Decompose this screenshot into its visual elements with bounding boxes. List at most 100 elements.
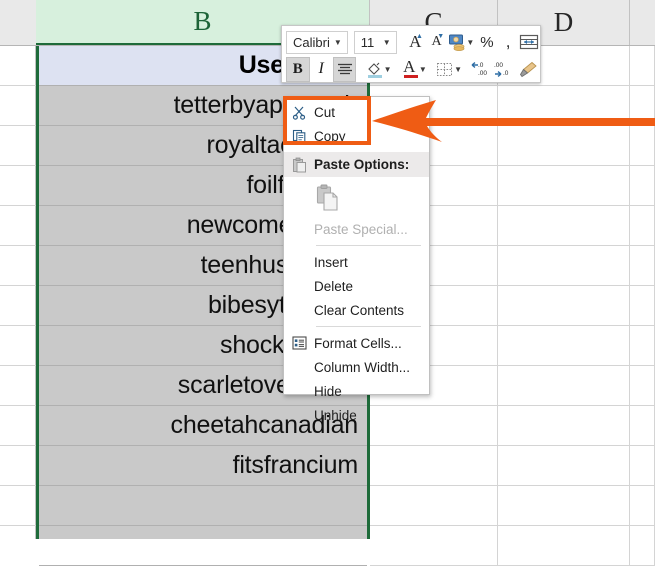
chevron-down-icon: ▼ [382,37,391,47]
menu-separator-1 [316,245,421,246]
fill-color-button[interactable] [362,57,385,82]
menu-item-clear-contents-label: Clear Contents [314,302,405,318]
font-size-value: 11 [360,34,375,50]
arrow-shape [372,100,655,142]
menu-item-format-cells-label: Format Cells... [314,335,402,351]
menu-item-hide[interactable]: Hide [284,379,429,403]
italic-button[interactable]: I [310,57,333,82]
format-cells-icon [284,331,314,355]
menu-item-paste-options-label: Paste Options: [314,157,410,172]
menu-item-insert-label: Insert [314,254,348,270]
accounting-number-format-button[interactable] [447,30,468,55]
font-color-swatch [403,74,418,78]
grid-cell[interactable] [630,246,655,286]
italic-icon: I [318,60,324,77]
paintbrush-icon [520,61,538,77]
font-size-combo[interactable]: 11 ▼ [353,30,397,54]
menu-item-unhide[interactable]: Unhide [284,403,429,427]
menu-item-column-width[interactable]: Column Width... [284,355,429,379]
merge-and-center-button[interactable] [519,30,540,55]
format-painter-button[interactable] [517,57,540,82]
svg-text:.00: .00 [494,62,503,69]
grid-cell[interactable] [498,446,630,486]
grid-cell[interactable] [498,526,630,566]
annotation-arrow [370,100,655,142]
column-header-e[interactable] [630,0,655,45]
grid-cell[interactable] [630,486,655,526]
money-icon [449,34,465,51]
cell-b-empty[interactable] [39,526,367,566]
menu-separator-2 [316,326,421,327]
increase-decimal-icon: .00 .0 [494,62,509,77]
blank-icon-slot [284,355,314,379]
grid-cell[interactable] [630,366,655,406]
comma-style-button[interactable]: , [498,30,519,55]
mini-formatting-toolbar[interactable]: Calibri ▼ 11 ▼ A ▲ A ▼ ▼ % , B I ▼ A ▼ ▼… [281,25,541,83]
font-name-combo[interactable]: Calibri ▼ [286,30,348,54]
mini-toolbar-row-2: B I ▼ A ▼ ▼ .0 .00 .00 .0 [282,55,540,83]
blank-icon-slot [284,250,314,274]
grid-cell[interactable] [630,526,655,566]
menu-item-copy-label: Copy [314,128,346,144]
menu-item-paste-options: Paste Options: [284,152,429,177]
grid-cell[interactable] [630,46,655,86]
font-name-value: Calibri [293,34,330,50]
grid-cell[interactable] [498,326,630,366]
grid-cell[interactable] [498,486,630,526]
svg-text:.00: .00 [478,70,487,77]
grid-cell[interactable] [370,526,498,566]
decrease-decimal-button[interactable]: .0 .00 [468,57,491,82]
increase-decimal-button[interactable]: .00 .0 [491,57,514,82]
menu-item-paste-special-label: Paste Special... [314,221,408,237]
increase-font-size-button[interactable]: A ▲ [405,30,426,55]
percent-style-button[interactable]: % [476,30,497,55]
excel-worksheet: B C D Username tetterbyapproachroyaltack… [0,0,655,566]
bold-button[interactable]: B [286,56,310,82]
menu-item-format-cells[interactable]: Format Cells... [284,331,429,355]
cell-b-empty[interactable] [39,486,367,526]
bold-icon: B [292,60,303,77]
grid-cell[interactable] [630,206,655,246]
grid-cell[interactable] [630,406,655,446]
font-color-button[interactable]: A [398,57,421,82]
decrease-decimal-icon: .0 .00 [471,62,488,77]
blank-icon-slot [284,298,314,322]
grid-cell[interactable] [498,406,630,446]
grid-cell[interactable] [630,326,655,366]
grid-cell[interactable] [498,166,630,206]
grid-cell[interactable] [370,446,498,486]
menu-item-delete[interactable]: Delete [284,274,429,298]
fill-color-swatch [368,74,383,78]
menu-item-clear-contents[interactable]: Clear Contents [284,298,429,322]
borders-icon [436,62,452,76]
menu-item-cut-label: Cut [314,104,336,120]
mini-toolbar-row-1: Calibri ▼ 11 ▼ A ▲ A ▼ ▼ % , [282,28,540,56]
merge-center-icon [520,34,539,50]
cell-b11[interactable]: fitsfrancium [39,446,367,486]
paste-icon [284,153,314,177]
borders-button[interactable] [433,57,456,82]
menu-item-unhide-label: Unhide [314,407,357,423]
scissors-icon [284,100,314,124]
grid-cell[interactable] [498,206,630,246]
grid-cell[interactable] [498,366,630,406]
blank-icon-slot [284,274,314,298]
grid-cell[interactable] [498,286,630,326]
grid-cell[interactable] [370,486,498,526]
paste-option-buttons[interactable] [284,177,429,217]
down-caret-icon: ▼ [437,32,445,40]
center-align-button[interactable] [332,56,357,82]
menu-item-insert[interactable]: Insert [284,250,429,274]
row-header-strip [0,46,36,539]
up-caret-icon: ▲ [415,32,423,40]
blank-icon-slot [284,403,314,427]
menu-item-paste-special: Paste Special... [284,217,429,241]
grid-cell[interactable] [630,166,655,206]
grid-cell[interactable] [630,286,655,326]
percent-icon: % [480,33,494,51]
grid-cell[interactable] [498,246,630,286]
blank-icon-slot [284,379,314,403]
grid-cell[interactable] [630,446,655,486]
decrease-font-size-button[interactable]: A ▼ [426,30,447,55]
blank-icon-slot [284,217,314,241]
